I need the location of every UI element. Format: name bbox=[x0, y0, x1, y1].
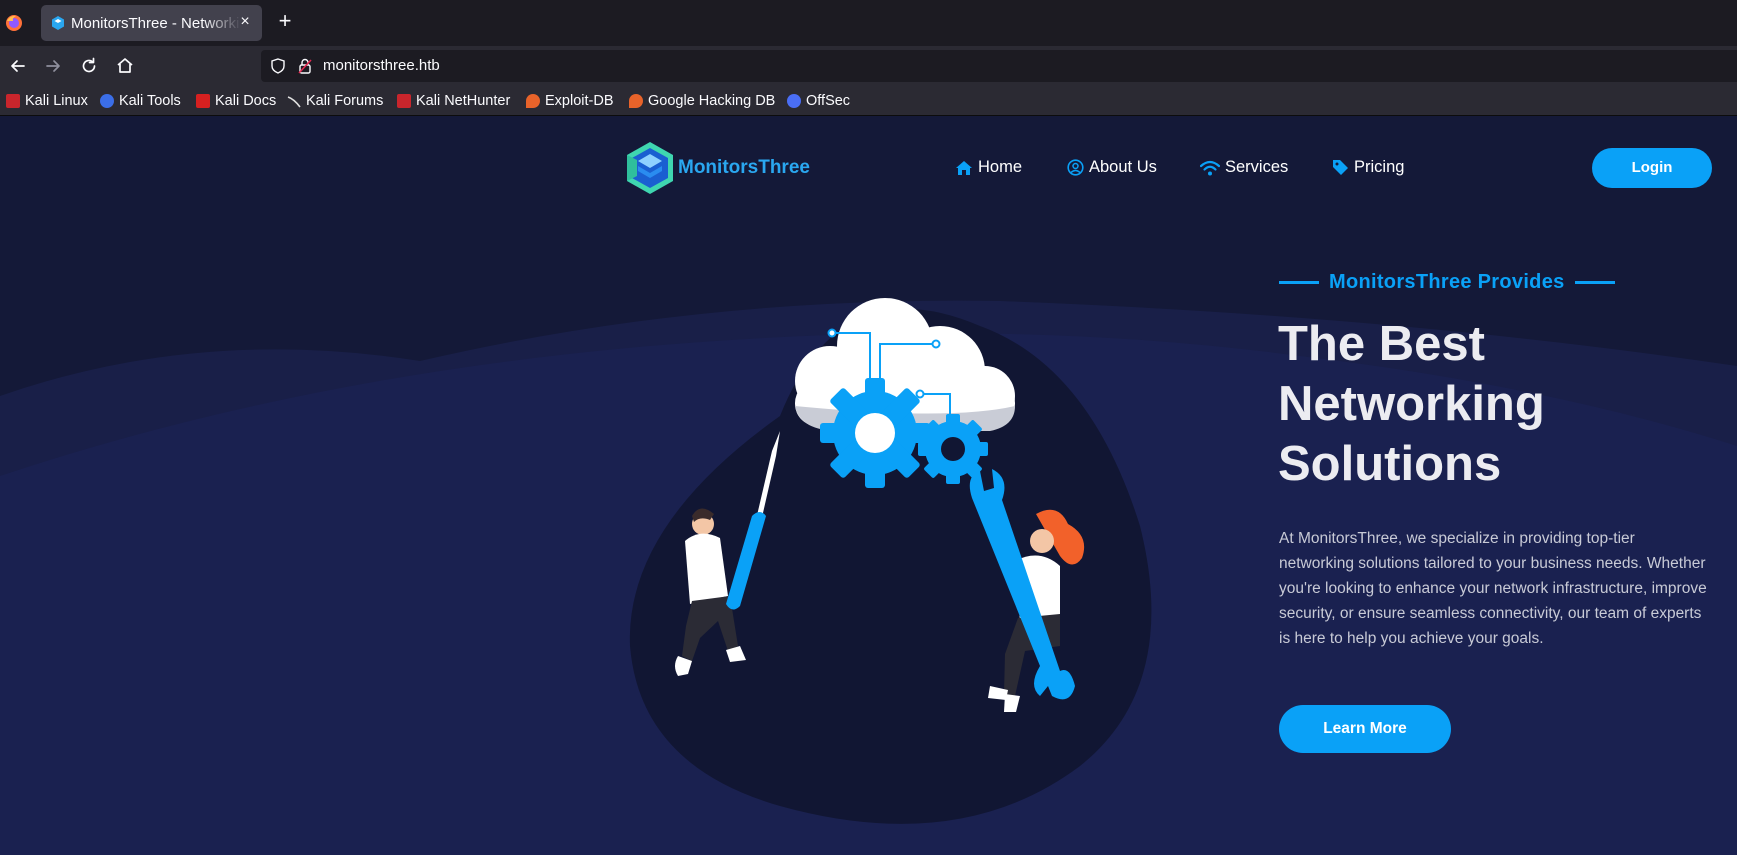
nav-label: Pricing bbox=[1354, 158, 1405, 176]
kali-forums-icon bbox=[287, 96, 301, 108]
hero-title-line: Networking bbox=[1278, 377, 1545, 431]
logo-text[interactable]: MonitorsThree bbox=[678, 157, 810, 179]
kali-docs-icon bbox=[196, 94, 210, 108]
bookmark-kali-linux[interactable]: Kali Linux bbox=[6, 92, 88, 110]
browser-nav-bar: monitorsthree.htb bbox=[0, 46, 1737, 86]
bookmarks-toolbar: Kali Linux Kali Tools Kali Docs Kali For… bbox=[0, 86, 1737, 116]
tag-icon bbox=[1333, 160, 1348, 175]
bookmark-kali-nethunter[interactable]: Kali NetHunter bbox=[397, 92, 510, 110]
web-page: MonitorsThree Home About Us Services Pri… bbox=[0, 116, 1737, 855]
exploit-db-icon bbox=[526, 94, 540, 108]
user-circle-icon bbox=[1067, 159, 1084, 176]
nav-label: Home bbox=[978, 158, 1023, 176]
new-tab-icon[interactable]: + bbox=[275, 10, 295, 32]
eyebrow-text: MonitorsThree Provides bbox=[1329, 271, 1565, 293]
eyebrow-line-left bbox=[1279, 281, 1319, 284]
hero-illustration bbox=[629, 298, 1152, 824]
address-bar[interactable]: monitorsthree.htb bbox=[261, 50, 1737, 82]
site-favicon-icon bbox=[52, 16, 64, 30]
bookmark-offsec[interactable]: OffSec bbox=[787, 92, 850, 110]
ghdb-icon bbox=[629, 94, 643, 108]
hero-eyebrow: MonitorsThree Provides bbox=[1279, 271, 1615, 294]
nav-home[interactable]: Home bbox=[955, 158, 1022, 177]
bookmark-kali-docs[interactable]: Kali Docs bbox=[196, 92, 276, 110]
bookmark-google-hacking-db[interactable]: Google Hacking DB bbox=[629, 92, 775, 110]
kali-icon bbox=[6, 94, 20, 108]
tracking-shield-icon[interactable] bbox=[270, 58, 286, 74]
bookmark-label: Exploit-DB bbox=[545, 93, 614, 109]
bookmark-label: Kali NetHunter bbox=[416, 93, 511, 109]
eyebrow-line-right bbox=[1574, 281, 1615, 284]
hero-title-line: The Best bbox=[1278, 317, 1485, 371]
hero-description: At MonitorsThree, we specialize in provi… bbox=[1279, 530, 1707, 647]
offsec-icon bbox=[787, 94, 801, 108]
bookmark-label: OffSec bbox=[806, 93, 851, 109]
tab-title: MonitorsThree - Networking Solutions bbox=[71, 15, 241, 32]
browser-tab-bar: MonitorsThree - Networking Solutions × + bbox=[0, 0, 1737, 46]
bookmark-kali-forums[interactable]: Kali Forums bbox=[287, 92, 383, 110]
reload-icon[interactable] bbox=[78, 55, 100, 77]
learn-more-button[interactable]: Learn More bbox=[1279, 705, 1451, 753]
bookmark-label: Kali Tools bbox=[119, 93, 181, 109]
nav-label: Services bbox=[1225, 158, 1289, 176]
home-button-icon[interactable] bbox=[114, 55, 136, 77]
kali-tools-icon bbox=[100, 94, 114, 108]
bookmark-label: Kali Forums bbox=[306, 93, 384, 109]
tab-close-icon[interactable]: × bbox=[236, 13, 254, 31]
nav-about-us[interactable]: About Us bbox=[1067, 158, 1157, 177]
forward-arrow-icon[interactable] bbox=[42, 55, 64, 77]
hero-title: The Best Networking Solutions bbox=[1278, 314, 1698, 494]
bookmark-kali-tools[interactable]: Kali Tools bbox=[100, 92, 181, 110]
bookmark-label: Google Hacking DB bbox=[648, 93, 776, 109]
nav-label: About Us bbox=[1089, 158, 1157, 176]
nav-services[interactable]: Services bbox=[1200, 158, 1288, 177]
wifi-icon bbox=[1200, 160, 1220, 175]
bookmark-label: Kali Linux bbox=[25, 93, 88, 109]
back-arrow-icon[interactable] bbox=[7, 55, 29, 77]
firefox-icon[interactable] bbox=[4, 13, 24, 33]
url-text: monitorsthree.htb bbox=[323, 57, 440, 74]
bookmark-exploit-db[interactable]: Exploit-DB bbox=[526, 92, 614, 110]
nav-pricing[interactable]: Pricing bbox=[1332, 158, 1404, 177]
bookmark-label: Kali Docs bbox=[215, 93, 277, 109]
home-icon bbox=[956, 160, 972, 175]
hero-title-line: Solutions bbox=[1278, 437, 1502, 491]
monitorsthree-logo-icon[interactable] bbox=[624, 140, 676, 196]
gear-icon bbox=[820, 378, 930, 488]
login-button[interactable]: Login bbox=[1592, 148, 1712, 188]
active-tab[interactable]: MonitorsThree - Networking Solutions × bbox=[41, 5, 262, 41]
insecure-lock-icon[interactable] bbox=[298, 58, 312, 74]
kali-nethunter-icon bbox=[397, 94, 411, 108]
